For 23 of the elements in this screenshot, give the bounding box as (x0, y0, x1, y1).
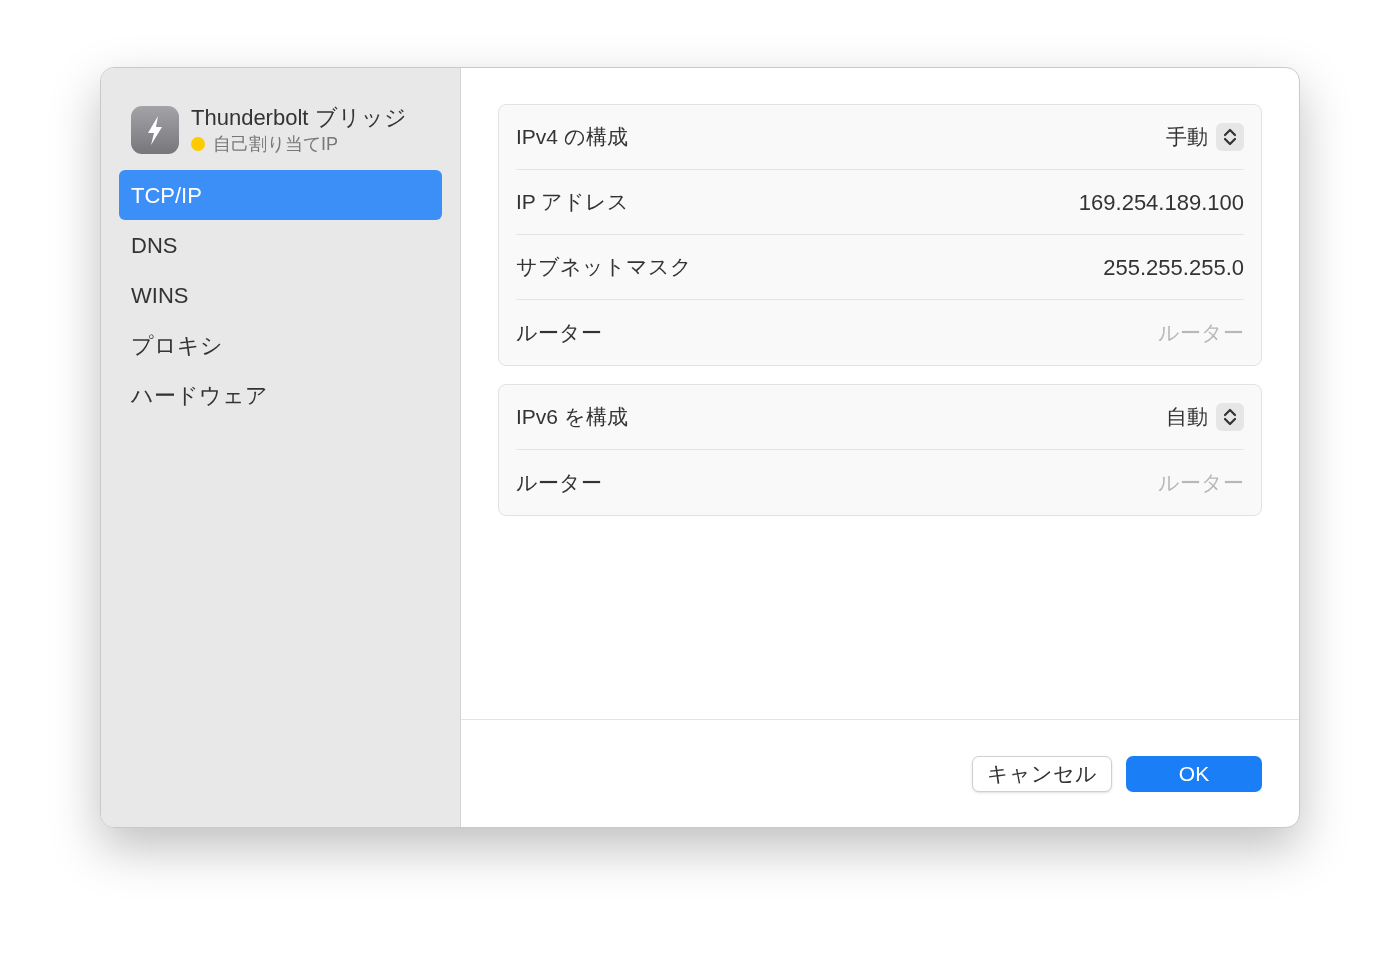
stepper-icon (1216, 403, 1244, 431)
row-label: IPv6 を構成 (516, 404, 628, 431)
interface-name: Thunderbolt ブリッジ (191, 104, 407, 132)
sidebar-item[interactable]: WINS (119, 270, 442, 320)
sidebar-item[interactable]: DNS (119, 220, 442, 270)
popup-menu[interactable]: 手動 (1166, 121, 1244, 153)
row-value: 169.254.189.100 (1078, 188, 1244, 217)
status-text: 自己割り当てIP (213, 133, 338, 156)
row-label: サブネットマスク (516, 254, 692, 281)
cancel-button[interactable]: キャンセル (972, 755, 1112, 792)
popup-menu[interactable]: 自動 (1166, 401, 1244, 433)
stepper-icon (1216, 123, 1244, 151)
ok-button[interactable]: OK (1126, 755, 1262, 792)
sidebar-item[interactable]: プロキシ (119, 320, 442, 370)
sidebar-item[interactable]: ハードウェア (119, 370, 442, 420)
row-label: IPv4 の構成 (516, 124, 628, 151)
row-label: ルーター (516, 319, 602, 346)
row-value: 255.255.255.0 (1103, 253, 1244, 282)
lightning-bolt-icon (131, 106, 179, 154)
input-field[interactable]: ルーター (1044, 466, 1244, 499)
row-label: ルーター (516, 469, 602, 496)
row-label: IP アドレス (516, 189, 630, 216)
input-field[interactable]: ルーター (1044, 316, 1244, 349)
